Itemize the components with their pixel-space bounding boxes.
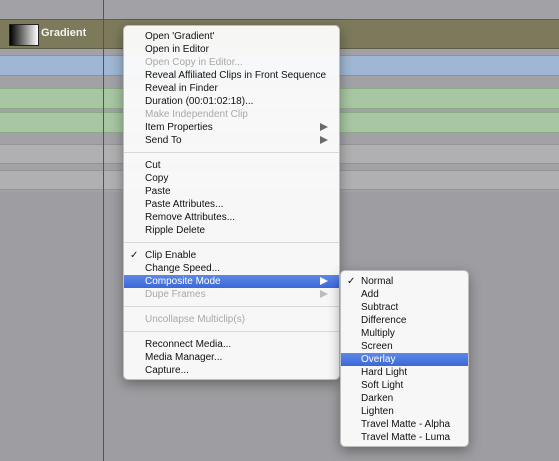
menu-item-label: Capture... — [145, 365, 189, 376]
menu-separator — [124, 242, 339, 243]
submenu-item-overlay[interactable]: Overlay — [341, 353, 468, 366]
menu-item-cut[interactable]: Cut — [124, 159, 339, 172]
menu-item-label: Ripple Delete — [145, 225, 206, 236]
menu-item-label: Open in Editor — [145, 44, 209, 55]
menu-item-change-speed[interactable]: Change Speed... — [124, 262, 339, 275]
composite-mode-submenu: ✓ Normal Add Subtract Difference Multiply Scre… — [340, 270, 469, 447]
menu-separator — [124, 331, 339, 332]
checkmark-icon: ✓ — [347, 276, 356, 287]
menu-item-item-properties[interactable]: Item Properties — [124, 121, 339, 134]
submenu-item-label: Multiply — [361, 328, 395, 339]
menu-item-label: Change Speed... — [145, 263, 221, 274]
submenu-item-label: Normal — [361, 276, 394, 287]
menu-item-label: Open 'Gradient' — [145, 31, 215, 42]
submenu-arrow-icon — [320, 290, 328, 298]
submenu-item-label: Travel Matte - Luma — [361, 432, 451, 443]
menu-item-label: Reconnect Media... — [145, 339, 232, 350]
menu-item-label: Reveal in Finder — [145, 83, 218, 94]
submenu-item-label: Hard Light — [361, 367, 408, 378]
menu-item-open-in-editor[interactable]: Open in Editor — [124, 43, 339, 56]
menu-item-uncollapse-multiclip-s: Uncollapse Multiclip(s) — [124, 313, 339, 326]
submenu-item-add[interactable]: Add — [341, 288, 468, 301]
submenu-item-label: Travel Matte - Alpha — [361, 419, 451, 430]
menu-item-duration-00-01-02-18[interactable]: Duration (00:01:02:18)... — [124, 95, 339, 108]
gradient-thumbnail — [9, 24, 39, 46]
menu-item-label: Reveal Affiliated Clips in Front Sequenc… — [145, 70, 327, 81]
submenu-item-label: Subtract — [361, 302, 399, 313]
submenu-item-soft-light[interactable]: Soft Light — [341, 379, 468, 392]
menu-item-ripple-delete[interactable]: Ripple Delete — [124, 224, 339, 237]
menu-item-reveal-affiliated-clips-in-front-sequence[interactable]: Reveal Affiliated Clips in Front Sequenc… — [124, 69, 339, 82]
submenu-item-difference[interactable]: Difference — [341, 314, 468, 327]
submenu-arrow-icon — [320, 123, 328, 131]
menu-item-label: Make Independent Clip — [145, 109, 248, 120]
menu-item-clip-enable[interactable]: ✓ Clip Enable — [124, 249, 339, 262]
menu-item-label: Send To — [145, 135, 182, 146]
submenu-item-hard-light[interactable]: Hard Light — [341, 366, 468, 379]
menu-item-paste[interactable]: Paste — [124, 185, 339, 198]
submenu-item-label: Screen — [361, 341, 393, 352]
checkmark-icon: ✓ — [130, 250, 139, 261]
menu-item-label: Dupe Frames — [145, 289, 206, 300]
playhead[interactable] — [103, 0, 104, 461]
clip-name-label: Gradient — [41, 27, 87, 39]
submenu-item-label: Overlay — [361, 354, 396, 365]
submenu-arrow-icon — [320, 136, 328, 144]
menu-item-label: Remove Attributes... — [145, 212, 236, 223]
menu-item-label: Uncollapse Multiclip(s) — [145, 314, 246, 325]
submenu-arrow-icon — [320, 277, 328, 285]
menu-item-label: Media Manager... — [145, 352, 223, 363]
menu-item-dupe-frames: Dupe Frames — [124, 288, 339, 301]
submenu-item-travel-matte-luma[interactable]: Travel Matte - Luma — [341, 431, 468, 444]
menu-item-label: Cut — [145, 160, 161, 171]
menu-item-label: Paste — [145, 186, 171, 197]
submenu-item-subtract[interactable]: Subtract — [341, 301, 468, 314]
menu-separator — [124, 306, 339, 307]
submenu-item-darken[interactable]: Darken — [341, 392, 468, 405]
submenu-item-travel-matte-alpha[interactable]: Travel Matte - Alpha — [341, 418, 468, 431]
menu-item-capture[interactable]: Capture... — [124, 364, 339, 377]
menu-item-send-to[interactable]: Send To — [124, 134, 339, 147]
menu-item-open-gradient[interactable]: Open 'Gradient' — [124, 30, 339, 43]
submenu-item-label: Add — [361, 289, 379, 300]
submenu-item-label: Lighten — [361, 406, 394, 417]
menu-item-label: Clip Enable — [145, 250, 197, 261]
clip-context-menu: Open 'Gradient' Open in Editor Open Copy i… — [123, 25, 340, 380]
submenu-item-label: Soft Light — [361, 380, 404, 391]
menu-item-paste-attributes[interactable]: Paste Attributes... — [124, 198, 339, 211]
submenu-item-normal[interactable]: ✓ Normal — [341, 275, 468, 288]
menu-item-open-copy-in-editor: Open Copy in Editor... — [124, 56, 339, 69]
submenu-item-lighten[interactable]: Lighten — [341, 405, 468, 418]
menu-item-label: Copy — [145, 173, 169, 184]
menu-item-reconnect-media[interactable]: Reconnect Media... — [124, 338, 339, 351]
menu-item-label: Paste Attributes... — [145, 199, 224, 210]
submenu-item-label: Darken — [361, 393, 394, 404]
menu-item-remove-attributes[interactable]: Remove Attributes... — [124, 211, 339, 224]
menu-item-composite-mode[interactable]: Composite Mode — [124, 275, 339, 288]
menu-item-label: Composite Mode — [145, 276, 221, 287]
menu-item-make-independent-clip: Make Independent Clip — [124, 108, 339, 121]
menu-item-reveal-in-finder[interactable]: Reveal in Finder — [124, 82, 339, 95]
menu-item-copy[interactable]: Copy — [124, 172, 339, 185]
menu-separator — [124, 152, 339, 153]
menu-item-label: Open Copy in Editor... — [145, 57, 243, 68]
menu-item-label: Duration (00:01:02:18)... — [145, 96, 254, 107]
menu-item-media-manager[interactable]: Media Manager... — [124, 351, 339, 364]
submenu-item-screen[interactable]: Screen — [341, 340, 468, 353]
menu-item-label: Item Properties — [145, 122, 213, 133]
submenu-item-label: Difference — [361, 315, 407, 326]
submenu-item-multiply[interactable]: Multiply — [341, 327, 468, 340]
